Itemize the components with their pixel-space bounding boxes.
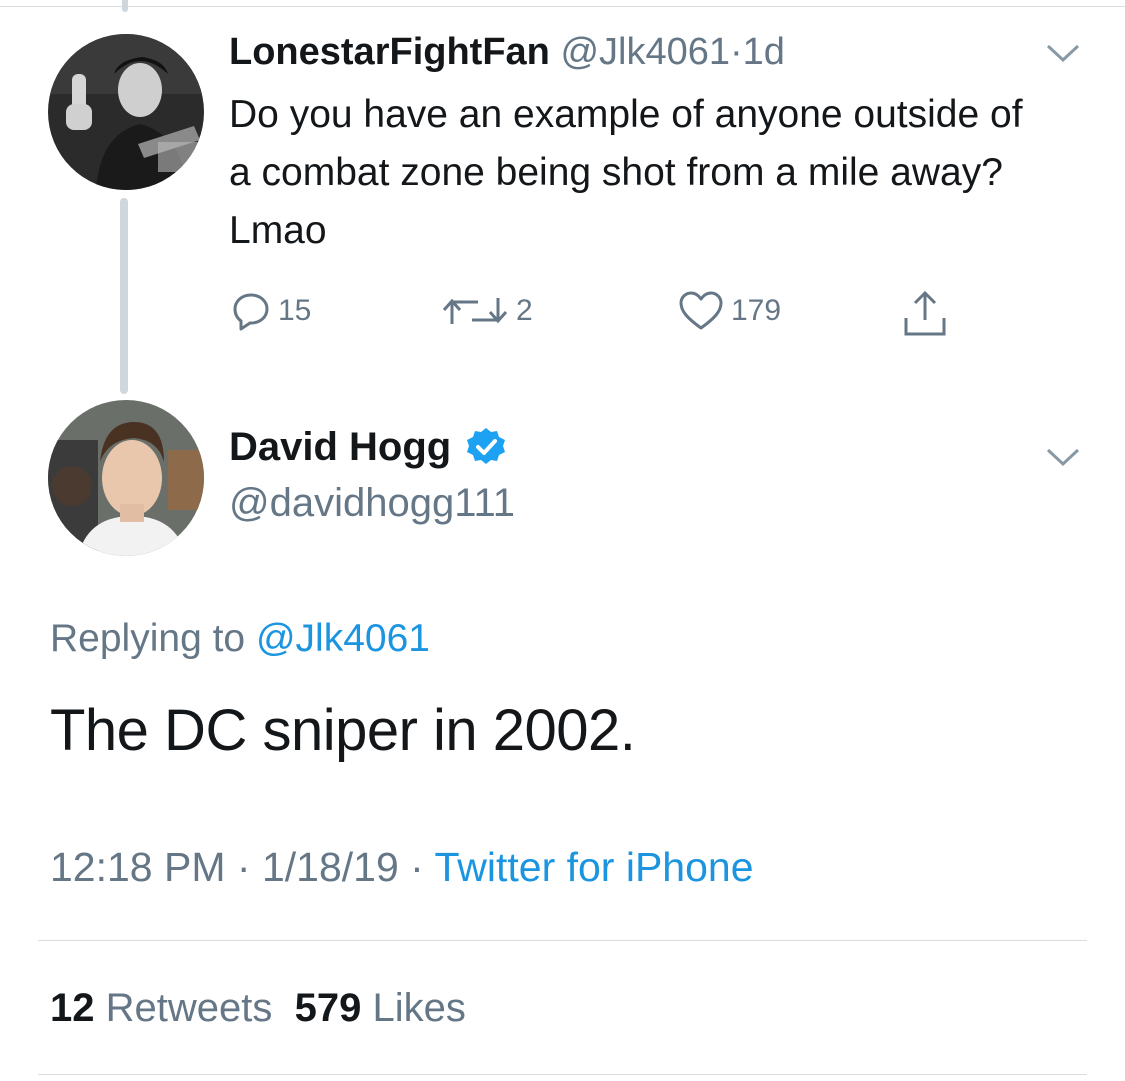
display-name[interactable]: David Hogg bbox=[229, 420, 451, 474]
thread-line-top bbox=[122, 0, 128, 12]
reply-icon bbox=[233, 293, 269, 331]
tweet-header: LonestarFightFan @Jlk4061·1d bbox=[229, 26, 785, 78]
time-ago[interactable]: 1d bbox=[743, 31, 785, 73]
separator-dot: · bbox=[730, 31, 743, 73]
tweet-meta: 12:18 PM · 1/18/19 · Twitter for iPhone bbox=[50, 838, 754, 896]
retweet-button[interactable]: 2 bbox=[440, 290, 533, 332]
tweet-time: 12:18 PM bbox=[50, 844, 226, 890]
tweet-source-link[interactable]: Twitter for iPhone bbox=[434, 844, 753, 890]
author-name-row: David Hogg bbox=[229, 420, 507, 474]
share-button[interactable] bbox=[900, 290, 956, 338]
likes-label: Likes bbox=[372, 986, 466, 1030]
retweets-stat[interactable]: 12 Retweets bbox=[50, 986, 272, 1030]
chevron-down-icon[interactable] bbox=[1046, 446, 1080, 468]
reply-button[interactable]: 15 bbox=[230, 290, 311, 332]
engagement-stats: 12 Retweets 579 Likes bbox=[50, 980, 466, 1036]
retweet-total: 12 bbox=[50, 986, 95, 1030]
heart-icon bbox=[679, 291, 723, 330]
avatar-lonestarfightfan[interactable] bbox=[48, 34, 204, 190]
share-icon bbox=[904, 290, 946, 336]
reply-count: 15 bbox=[278, 294, 312, 327]
retweet-count: 2 bbox=[516, 294, 533, 327]
tweet-date: 1/18/19 bbox=[261, 844, 399, 890]
likes-stat[interactable]: 579 Likes bbox=[295, 986, 466, 1030]
like-button[interactable]: 179 bbox=[677, 290, 781, 332]
verified-badge-icon bbox=[467, 428, 506, 464]
like-count: 179 bbox=[731, 294, 782, 327]
handle[interactable]: @davidhogg111 bbox=[229, 476, 515, 530]
handle[interactable]: @Jlk4061 bbox=[560, 31, 730, 73]
chevron-down-icon[interactable] bbox=[1046, 42, 1080, 64]
retweet-icon bbox=[442, 298, 508, 324]
display-name[interactable]: LonestarFightFan bbox=[229, 31, 550, 73]
replying-to: Replying to @Jlk4061 bbox=[50, 612, 430, 666]
meta-dot: · bbox=[410, 844, 424, 890]
replying-to-link[interactable]: @Jlk4061 bbox=[256, 617, 430, 660]
avatar-davidhogg[interactable] bbox=[48, 400, 204, 556]
meta-dot: · bbox=[236, 844, 251, 890]
tweet-text: Do you have an example of anyone outside… bbox=[229, 93, 1023, 252]
replying-prefix: Replying to bbox=[50, 617, 246, 660]
divider bbox=[38, 940, 1087, 941]
divider bbox=[38, 1074, 1087, 1075]
top-divider bbox=[0, 6, 1125, 7]
like-total: 579 bbox=[294, 986, 362, 1030]
thread-connector-line bbox=[120, 198, 128, 394]
tweet-text: The DC sniper in 2002. bbox=[50, 698, 636, 763]
retweets-label: Retweets bbox=[105, 986, 273, 1030]
